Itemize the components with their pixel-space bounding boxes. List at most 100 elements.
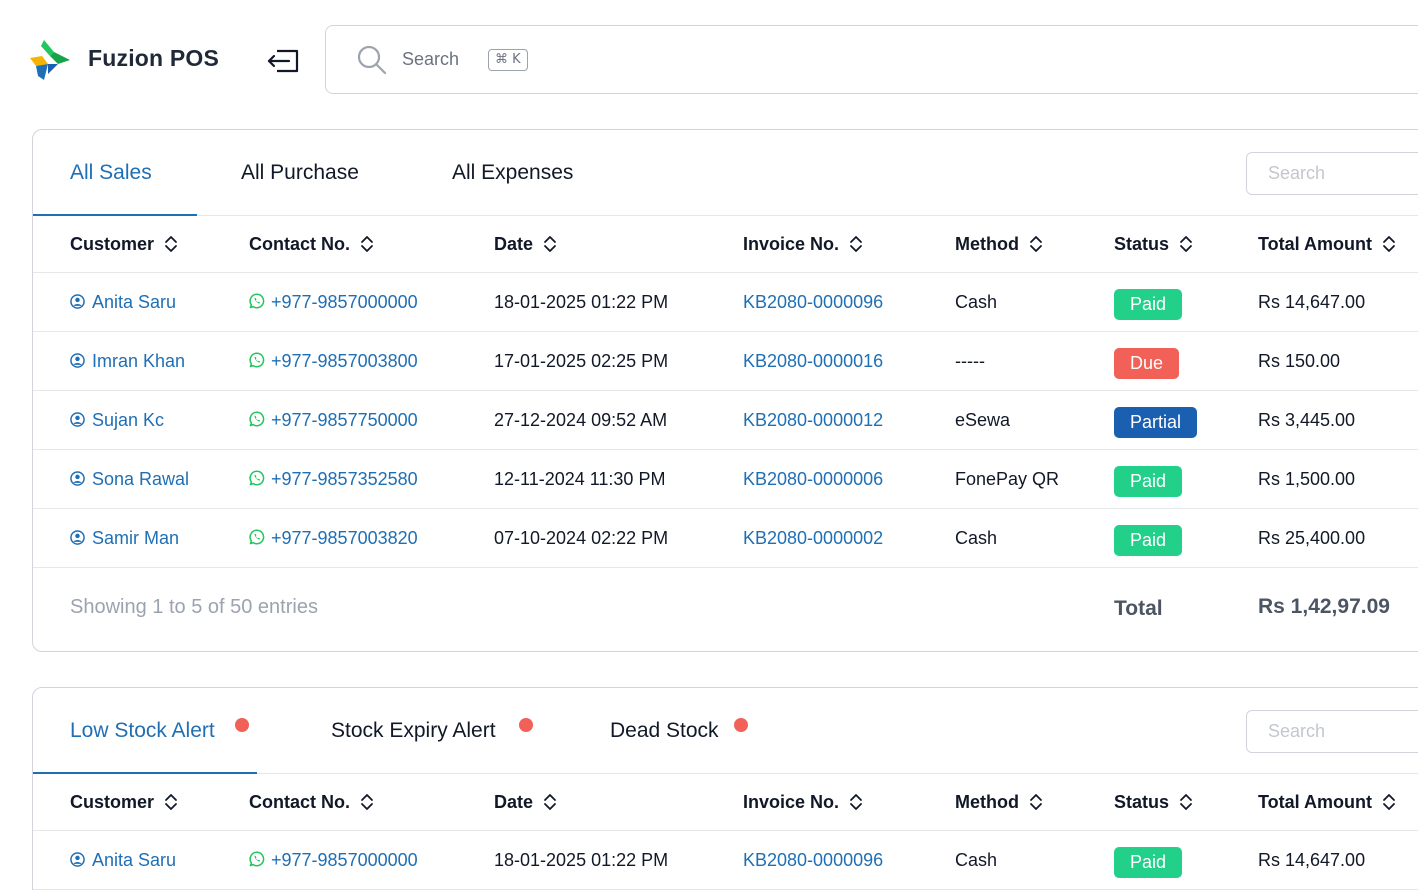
whatsapp-icon (249, 851, 265, 867)
customer-name: Sujan Kc (92, 410, 165, 430)
contact-number: +977-9857003820 (271, 528, 418, 548)
contact-number: +977-9857003800 (271, 351, 418, 371)
tab-stock-expiry-alert[interactable]: Stock Expiry Alert (331, 688, 496, 774)
whatsapp-icon (249, 293, 265, 309)
table-row[interactable]: Imran Khan +977-9857003800 17-01-2025 02:2… (33, 332, 1418, 391)
whatsapp-icon (249, 470, 265, 486)
column-header-status[interactable]: Status (1114, 774, 1193, 831)
column-header-invoice[interactable]: Invoice No. (743, 774, 863, 831)
user-icon (70, 529, 85, 545)
method-cell: eSewa (955, 410, 1011, 430)
column-header-customer[interactable]: Customer (70, 216, 178, 273)
alert-dot-icon (734, 718, 748, 732)
amount-cell: Rs 25,400.00 (1258, 528, 1366, 548)
column-label: Total Amount (1258, 234, 1372, 254)
tab-low-stock-alert[interactable]: Low Stock Alert (70, 688, 215, 774)
entries-count: Showing 1 to 5 of 50 entries (70, 596, 318, 618)
tab-all-sales[interactable]: All Sales (70, 130, 152, 216)
top-bar: Fuzion POS Search ⌘ K (0, 0, 1418, 110)
tab-all-expenses[interactable]: All Expenses (452, 130, 573, 216)
amount-cell: Rs 1,500.00 (1258, 469, 1356, 489)
column-label: Customer (70, 234, 155, 254)
invoice-link[interactable]: KB2080-0000096 (743, 831, 883, 890)
tab-all-purchase[interactable]: All Purchase (241, 130, 359, 216)
customer-link[interactable]: Sona Rawal (70, 450, 189, 509)
whatsapp-icon (249, 411, 265, 427)
method-cell: Cash (955, 292, 998, 312)
stock-search-input[interactable] (1246, 710, 1418, 753)
method-cell: Cash (955, 850, 998, 870)
date-cell: 17-01-2025 02:25 PM (494, 351, 669, 371)
search-icon (357, 45, 387, 75)
sidebar-toggle-button[interactable] (264, 44, 302, 78)
fuzion-logo-icon (28, 38, 72, 82)
status-badge: Paid (1114, 847, 1183, 878)
column-header-total-amount[interactable]: Total Amount (1258, 774, 1396, 831)
table-row[interactable]: Anita Saru +977-9857000000 18-01-2025 01:2… (33, 831, 1418, 890)
customer-link[interactable]: Imran Khan (70, 332, 185, 391)
customer-link[interactable]: Samir Man (70, 509, 179, 568)
date-cell: 07-10-2024 02:22 PM (494, 528, 669, 548)
customer-link[interactable]: Anita Saru (70, 273, 176, 332)
status-badge: Paid (1114, 466, 1183, 497)
table-row[interactable]: Anita Saru +977-9857000000 18-01-2025 01:2… (33, 273, 1418, 332)
sales-search-input[interactable] (1246, 152, 1418, 195)
search-label: Search (402, 49, 460, 69)
column-header-method[interactable]: Method (955, 774, 1043, 831)
sort-icon (1383, 793, 1395, 810)
stock-table-header: Customer Contact No. Date Invoice No. Method… (33, 774, 1418, 831)
customer-name: Samir Man (92, 528, 180, 548)
sales-table-body: Anita Saru +977-9857000000 18-01-2025 01:2… (33, 273, 1418, 568)
invoice-link[interactable]: KB2080-0000016 (743, 332, 883, 391)
invoice-link[interactable]: KB2080-0000096 (743, 273, 883, 332)
table-row[interactable]: Samir Man +977-9857003820 07-10-2024 02:22… (33, 509, 1418, 568)
contact-number: +977-9857352580 (271, 469, 418, 489)
contact-link[interactable]: +977-9857000000 (249, 273, 418, 332)
customer-name: Anita Saru (92, 850, 177, 870)
invoice-link[interactable]: KB2080-0000002 (743, 509, 883, 568)
column-label: Date (494, 234, 534, 254)
customer-link[interactable]: Anita Saru (70, 831, 176, 890)
column-label: Status (1114, 234, 1170, 254)
sales-card: All Sales All Purchase All Expenses Cust… (32, 129, 1418, 652)
column-header-method[interactable]: Method (955, 216, 1043, 273)
sort-icon (361, 793, 373, 810)
invoice-link[interactable]: KB2080-0000006 (743, 450, 883, 509)
status-badge: Paid (1114, 289, 1183, 320)
contact-link[interactable]: +977-9857352580 (249, 450, 418, 509)
date-cell: 18-01-2025 01:22 PM (494, 850, 669, 870)
contact-link[interactable]: +977-9857003820 (249, 509, 418, 568)
status-badge: Paid (1114, 525, 1183, 556)
column-header-invoice[interactable]: Invoice No. (743, 216, 863, 273)
invoice-link[interactable]: KB2080-0000012 (743, 391, 883, 450)
sales-table-footer: Showing 1 to 5 of 50 entries Total Rs 1,… (33, 568, 1418, 648)
sort-icon (544, 793, 556, 810)
contact-number: +977-9857750000 (271, 410, 418, 430)
column-header-contact[interactable]: Contact No. (249, 216, 374, 273)
amount-cell: Rs 150.00 (1258, 351, 1341, 371)
column-label: Method (955, 792, 1019, 812)
sales-table-header: Customer Contact No. Date Invoice No. Method… (33, 216, 1418, 273)
customer-name: Sona Rawal (92, 469, 190, 489)
contact-link[interactable]: +977-9857000000 (249, 831, 418, 890)
column-header-customer[interactable]: Customer (70, 774, 178, 831)
contact-link[interactable]: +977-9857750000 (249, 391, 418, 450)
column-header-contact[interactable]: Contact No. (249, 774, 374, 831)
column-header-date[interactable]: Date (494, 774, 557, 831)
column-header-date[interactable]: Date (494, 216, 557, 273)
sort-icon (544, 235, 556, 252)
column-header-total-amount[interactable]: Total Amount (1258, 216, 1396, 273)
user-icon (70, 411, 85, 427)
table-row[interactable]: Sona Rawal +977-9857352580 12-11-2024 11:3… (33, 450, 1418, 509)
contact-link[interactable]: +977-9857003800 (249, 332, 418, 391)
table-row[interactable]: Sujan Kc +977-9857750000 27-12-2024 09:52 … (33, 391, 1418, 450)
tab-dead-stock[interactable]: Dead Stock (610, 688, 719, 774)
column-label: Total Amount (1258, 792, 1372, 812)
stock-tabs: Low Stock Alert Stock Expiry Alert Dead … (33, 688, 1418, 774)
global-search-bar[interactable]: Search ⌘ K (325, 25, 1418, 94)
column-label: Contact No. (249, 792, 350, 812)
customer-link[interactable]: Sujan Kc (70, 391, 164, 450)
column-label: Customer (70, 792, 155, 812)
column-header-status[interactable]: Status (1114, 216, 1193, 273)
date-cell: 18-01-2025 01:22 PM (494, 292, 669, 312)
